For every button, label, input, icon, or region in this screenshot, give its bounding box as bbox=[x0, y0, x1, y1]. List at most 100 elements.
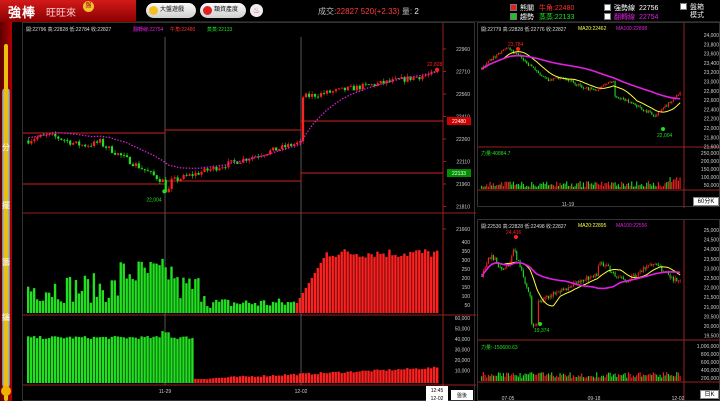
volume-bar bbox=[203, 296, 206, 313]
left-side-tab[interactable]: 分 擺 籌 鑰 行情 bbox=[0, 22, 12, 401]
k-volume-bar bbox=[624, 186, 626, 189]
k-candle-body bbox=[532, 324, 534, 327]
k-candle-body bbox=[569, 80, 571, 82]
k-candle-body bbox=[539, 301, 541, 302]
candle-body bbox=[215, 166, 218, 171]
k-candle-body bbox=[636, 105, 638, 107]
box-mode-toggle[interactable]: 盤箱 模式 bbox=[680, 3, 714, 20]
k-candle-body bbox=[586, 87, 588, 89]
oscillator-axis-label: 50,000 bbox=[455, 327, 471, 333]
oscillator-bar bbox=[271, 375, 275, 383]
k-volume-bar bbox=[664, 375, 666, 381]
oscillator-bar bbox=[325, 373, 328, 383]
k-volume-bar bbox=[486, 377, 488, 381]
k-volume-bar bbox=[679, 177, 681, 189]
k-volume-bar bbox=[654, 373, 656, 381]
k-candle-body bbox=[534, 325, 536, 327]
checkbox-icon bbox=[604, 13, 611, 20]
fire-icon[interactable]: ♨ bbox=[250, 4, 263, 17]
k-volume-bar bbox=[656, 374, 658, 381]
oscillator-bar bbox=[74, 336, 78, 383]
oscillator-bar bbox=[131, 337, 134, 383]
daily-period-button[interactable]: 日K bbox=[700, 390, 719, 399]
k-volume-bar bbox=[676, 372, 678, 381]
candle-body bbox=[48, 134, 51, 136]
oscillator-bar bbox=[44, 338, 48, 383]
k-volume-bar bbox=[672, 376, 674, 381]
k-volume-bar bbox=[601, 181, 603, 189]
k-volume-bar bbox=[659, 374, 661, 381]
k-volume-bar bbox=[512, 181, 514, 189]
k-volume-bar bbox=[491, 374, 493, 381]
k-candle-body bbox=[571, 80, 573, 82]
candle-body bbox=[51, 133, 54, 135]
k60-chart-panel[interactable]: 24,000 23,800 23,600 23,400 23,200 23,000 22,8… bbox=[477, 22, 720, 208]
k-candle-body bbox=[601, 86, 603, 88]
k-candle-body bbox=[522, 270, 524, 278]
oscillator-bar bbox=[83, 336, 87, 383]
k-volume-bar bbox=[641, 376, 643, 381]
app-logo: 強棒 旺旺來 盤 bbox=[0, 0, 136, 22]
k-volume-bar bbox=[677, 372, 679, 381]
k-price-axis-label: 23,200 bbox=[704, 70, 720, 76]
k60-period-button[interactable]: 60分K bbox=[693, 197, 719, 206]
candle-body bbox=[155, 175, 158, 180]
k-volume-bar bbox=[511, 184, 513, 189]
k-volume-bar bbox=[556, 181, 558, 189]
daily-ma100-label: MA100:22556 bbox=[616, 223, 648, 229]
volume-bar bbox=[230, 305, 233, 313]
volume-bar bbox=[382, 253, 385, 313]
k-volume-bar bbox=[489, 181, 491, 189]
k-price-axis-label: 20,000 bbox=[704, 324, 720, 330]
k-volume-bar bbox=[597, 184, 599, 189]
k-candle-body bbox=[612, 272, 614, 273]
k-candle-body bbox=[642, 267, 644, 272]
volume-bar bbox=[101, 290, 105, 313]
k-volume-bar bbox=[632, 375, 634, 381]
k-volume-bar bbox=[614, 182, 616, 189]
volume-bar bbox=[418, 250, 421, 313]
candle-body bbox=[212, 166, 215, 170]
candle-body bbox=[328, 90, 332, 93]
k-volume-bar bbox=[629, 373, 631, 381]
k-candle-body bbox=[636, 275, 638, 278]
k-candle-body bbox=[499, 53, 501, 54]
k-candle-body bbox=[599, 262, 601, 266]
oscillator-bar bbox=[65, 337, 69, 383]
oscillator-axis-label: 30,000 bbox=[455, 348, 471, 354]
k-candle-body bbox=[509, 47, 511, 50]
k-volume-bar bbox=[652, 372, 654, 381]
daily-chart-panel[interactable]: 25,000 24,500 24,000 23,500 23,000 22,500 22,0… bbox=[477, 219, 720, 401]
volume-bar bbox=[364, 257, 367, 313]
turn-line-legend[interactable]: 翻轉線 22754 bbox=[604, 12, 658, 22]
k-candle-body bbox=[579, 280, 581, 283]
market-overview-button[interactable]: 大盤遊戲 bbox=[146, 3, 196, 18]
oscillator-bar bbox=[397, 369, 400, 383]
candle-body bbox=[158, 179, 161, 182]
k-volume-bar bbox=[517, 184, 519, 189]
sector-heat-button[interactable]: 類資產度 bbox=[200, 3, 246, 18]
volume-bar bbox=[38, 301, 42, 313]
k-volume-bar bbox=[566, 181, 568, 189]
k60-ma20-label: MA20:22462 bbox=[578, 26, 607, 32]
volume-bar bbox=[92, 273, 96, 313]
volume-bar bbox=[304, 288, 308, 313]
oscillator-bar bbox=[221, 377, 224, 383]
k-volume-bar bbox=[542, 182, 544, 189]
k-price-axis-label: 24,500 bbox=[704, 238, 720, 244]
intraday-chart-panel[interactable]: 2296022710225602241022260221102196021810… bbox=[22, 22, 476, 401]
k-candle-body bbox=[589, 276, 591, 280]
k-candle-body bbox=[494, 56, 496, 58]
price-axis-label: 22260 bbox=[456, 137, 470, 143]
k-candle-body bbox=[612, 80, 614, 83]
volume-bar bbox=[179, 298, 182, 313]
candle-body bbox=[134, 163, 137, 166]
volume-bar bbox=[209, 307, 212, 313]
k-volume-bar bbox=[576, 376, 578, 381]
k-volume-bar bbox=[481, 376, 483, 381]
k-candle-body bbox=[491, 255, 493, 259]
candle-body bbox=[295, 142, 299, 145]
k-candle-body bbox=[619, 276, 621, 278]
candle-body bbox=[358, 85, 361, 90]
bear-price-tag-label: 22133 bbox=[452, 171, 466, 177]
